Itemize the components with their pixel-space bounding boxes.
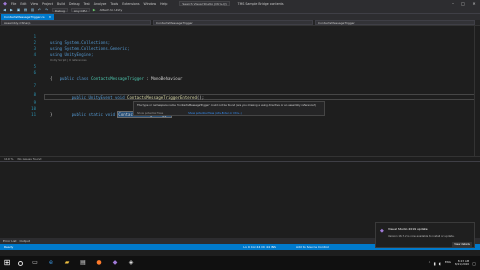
menu-help[interactable]: Help	[160, 2, 167, 6]
navigation-bar: Assembly-CSharp ContactsMessageTrigger C…	[0, 20, 480, 26]
task-view-icon[interactable]: ▭	[31, 259, 39, 267]
chevron-up-icon[interactable]: ˄	[429, 261, 431, 266]
update-notification[interactable]: ◆ Visual Studio 2019 update Version 16.7…	[375, 222, 475, 248]
menu-file[interactable]: File	[11, 2, 16, 6]
menu-build[interactable]: Build	[57, 2, 65, 6]
save-icon[interactable]: ▤	[23, 8, 28, 13]
vertical-scrollbar[interactable]	[474, 26, 480, 156]
tooltip-fix-label: Show potential fixes	[137, 111, 164, 115]
tab-output[interactable]: Output	[20, 239, 30, 243]
menu-test[interactable]: Test	[84, 2, 90, 6]
member-select[interactable]: ContactsMessageTrigger	[315, 20, 475, 25]
menu-edit[interactable]: Edit	[20, 2, 26, 6]
undo-icon[interactable]: ↶	[37, 8, 42, 13]
visual-studio-taskbar-icon[interactable]: ◆	[111, 259, 119, 267]
taskbar: ⊞ ▭ e ▰ ▤ ● ◆ ◈ ˄ ▮ ◖ ENG 8:23 AM 8/21/2…	[0, 256, 480, 270]
attach-button[interactable]: Attach to Unity	[100, 8, 123, 12]
store-icon[interactable]: ▤	[79, 259, 87, 267]
menu-extensions[interactable]: Extensions	[122, 2, 139, 6]
class-select[interactable]: ContactsMessageTrigger	[153, 20, 313, 25]
view-details-button[interactable]: View details	[452, 242, 472, 247]
redo-icon[interactable]: ↷	[44, 8, 49, 13]
code-line: 7 public UnityEvent void ContactsMessage…	[0, 77, 480, 100]
project-select[interactable]: Assembly-CSharp	[1, 20, 151, 25]
code-line: 6 {	[0, 64, 480, 81]
network-icon[interactable]: ▮	[434, 261, 436, 266]
new-file-icon[interactable]: ▣	[16, 8, 21, 13]
firefox-icon[interactable]: ●	[95, 259, 103, 267]
back-icon[interactable]: ◀	[2, 8, 7, 13]
menu-debug[interactable]: Debug	[69, 2, 79, 6]
notification-title: Visual Studio 2019 update	[388, 227, 428, 231]
file-explorer-icon[interactable]: ▰	[63, 259, 71, 267]
windows-start-icon[interactable]: ⊞	[0, 256, 14, 270]
tab-close-icon[interactable]: ✕	[49, 15, 52, 19]
code-line: 4	[0, 46, 480, 57]
platform-select[interactable]: Any CPU	[70, 7, 90, 13]
menu-window[interactable]: Window	[144, 2, 157, 6]
source-control-button[interactable]: Add to Source Control	[296, 245, 329, 249]
line-number: 6	[33, 70, 36, 75]
play-icon[interactable]: ▶	[92, 8, 97, 13]
menu-bar: ◆ File Edit View Project Build Debug Tes…	[0, 0, 480, 7]
menu-project[interactable]: Project	[42, 2, 53, 6]
volume-icon[interactable]: ◖	[439, 261, 441, 266]
window-title: TMS Sample Bridge contents	[237, 1, 284, 6]
search-input[interactable]: Search Visual Studio (Ctrl+Q)	[179, 1, 230, 6]
close-button[interactable]: ✕	[469, 0, 479, 7]
configuration-select[interactable]: Debug	[52, 7, 68, 13]
menu-view[interactable]: View	[31, 2, 39, 6]
visual-studio-logo-icon: ◆	[3, 0, 7, 7]
tooltip-message: The type or namespace name 'ContactsMess…	[137, 103, 317, 107]
edge-browser-icon[interactable]: e	[47, 259, 55, 267]
keyword: public static void	[71, 112, 118, 117]
code-line: 8	[0, 86, 480, 97]
clock[interactable]: 8:23 AM 8/21/2020	[454, 259, 470, 267]
menu-analyze[interactable]: Analyze	[94, 2, 107, 6]
visual-studio-icon: ◆	[380, 228, 384, 234]
minimize-button[interactable]: –	[448, 0, 458, 7]
tab-label: ContactsMessageTrigger.cs	[4, 15, 45, 19]
code-text: }	[50, 112, 53, 117]
unity-icon[interactable]: ◈	[127, 259, 135, 267]
tab-error-list[interactable]: Error List	[3, 239, 17, 243]
error-tooltip: The type or namespace name 'ContactsMess…	[133, 101, 325, 116]
save-all-icon[interactable]: ▥	[30, 8, 35, 13]
search-icon[interactable]	[18, 260, 23, 266]
ready-status: Ready	[4, 245, 14, 249]
show-fixes-link[interactable]: Show potential fixes (Alt+Enter or Ctrl+…	[188, 112, 242, 115]
forward-icon[interactable]: ▶	[9, 8, 14, 13]
cursor-position: Ln 9 Col 44 Ch 44 INS	[243, 245, 276, 249]
notification-body: Version 16.7.2 is now available to insta…	[388, 235, 455, 238]
maximize-button[interactable]: □	[458, 0, 468, 7]
notification-center-icon[interactable]: ▢	[472, 261, 476, 266]
language-indicator[interactable]: ENG	[445, 260, 451, 264]
toolbar: ◀ ▶ ▣ ▤ ▥ ↶ ↷ Debug Any CPU ▶ Attach to …	[0, 7, 480, 14]
menu-tools[interactable]: Tools	[110, 2, 118, 6]
system-tray: ˄ ▮ ◖ ENG 8:23 AM 8/21/2020 ▢	[426, 256, 476, 270]
line-number: 11	[31, 112, 36, 117]
clock-date: 8/21/2020	[454, 262, 470, 266]
